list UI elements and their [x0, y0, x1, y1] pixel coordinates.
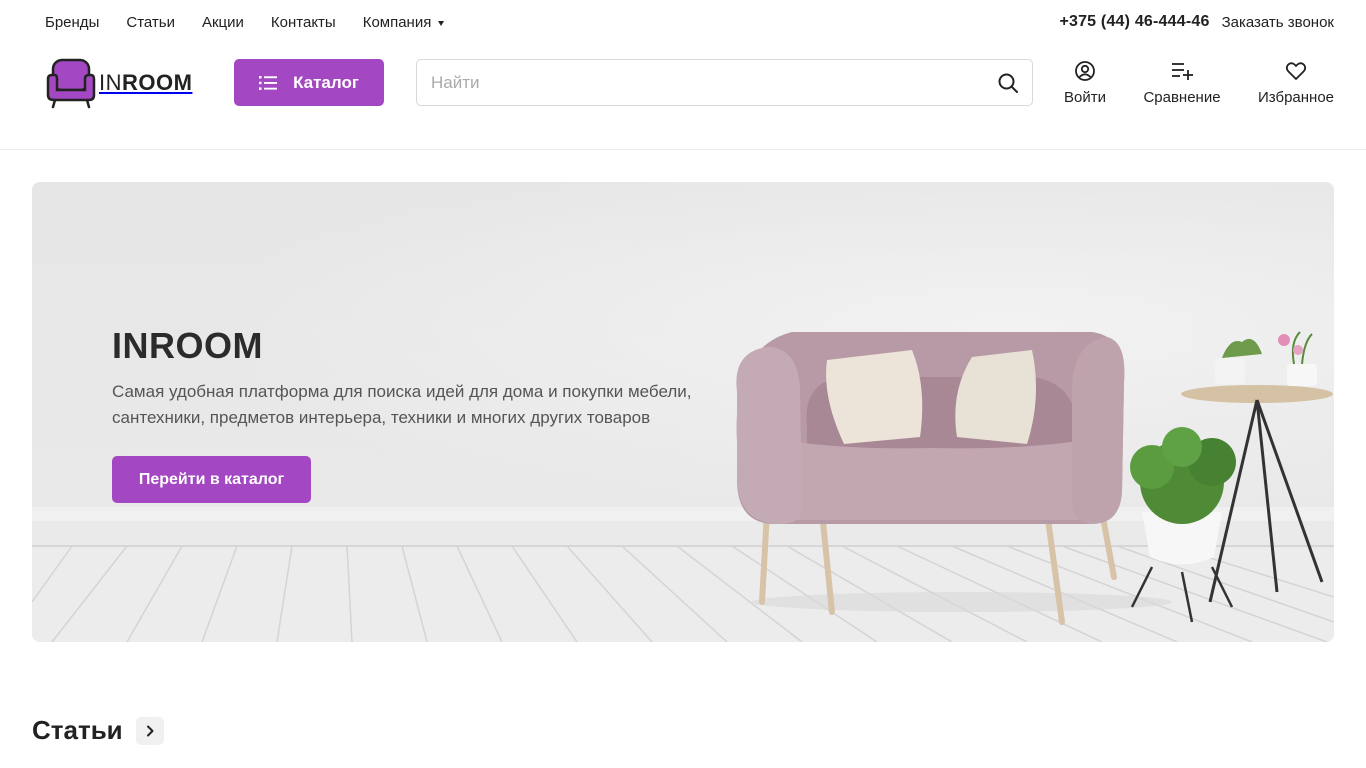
callback-link[interactable]: Заказать звонок — [1222, 14, 1334, 31]
header-divider — [0, 149, 1366, 150]
articles-section-title: Статьи — [32, 715, 123, 745]
nav-link-brands[interactable]: Бренды — [45, 14, 99, 32]
favorites-button[interactable]: Избранное — [1256, 60, 1336, 106]
go-to-catalog-button[interactable]: Перейти в каталог — [112, 456, 311, 503]
articles-more-button[interactable] — [136, 717, 164, 745]
top-bar: Бренды Статьи Акции Контакты Компания +3… — [0, 0, 1366, 46]
catalog-button[interactable]: Каталог — [234, 59, 384, 106]
favorites-label: Избранное — [1257, 89, 1335, 106]
catalog-button-label: Каталог — [293, 72, 359, 92]
baseboard — [32, 507, 1334, 521]
logo-text: INROOM — [99, 70, 192, 96]
user-icon — [1075, 61, 1095, 81]
caret-down-icon — [438, 20, 445, 26]
compare-label: Сравнение — [1143, 89, 1221, 106]
logo-text-suffix: ROOM — [122, 70, 193, 95]
chevron-right-icon — [147, 725, 154, 737]
login-label: Войти — [1064, 89, 1106, 106]
search-icon[interactable] — [998, 73, 1018, 93]
nav-link-contacts[interactable]: Контакты — [271, 14, 336, 32]
armchair-image — [736, 332, 1172, 625]
nav-link-promotions[interactable]: Акции — [202, 14, 244, 32]
compare-button[interactable]: Сравнение — [1140, 60, 1224, 106]
compare-icon — [1172, 63, 1193, 80]
contact-block: +375 (44) 46-444-46 Заказать звонок — [1059, 13, 1334, 31]
hero-banner: INROOM Самая удобная платформа для поиск… — [32, 182, 1334, 642]
phone-number[interactable]: +375 (44) 46-444-46 — [1059, 13, 1209, 31]
heart-icon — [1285, 62, 1307, 80]
search-box — [416, 59, 1033, 106]
logo[interactable]: INROOM — [45, 57, 195, 109]
nav-link-company[interactable]: Компания — [363, 14, 445, 32]
search-input[interactable] — [417, 60, 977, 105]
armchair-logo-icon — [46, 58, 96, 109]
logo-text-prefix: IN — [99, 70, 122, 95]
hero-title: INROOM — [112, 325, 263, 366]
nav-link-articles[interactable]: Статьи — [126, 14, 175, 32]
potted-plant-image — [1130, 427, 1236, 623]
list-icon — [259, 75, 278, 90]
login-button[interactable]: Войти — [1062, 60, 1108, 106]
hero-description: Самая удобная платформа для поиска идей … — [112, 382, 692, 427]
nav-link-company-label: Компания — [362, 14, 432, 31]
top-nav: Бренды Статьи Акции Контакты Компания — [45, 14, 471, 32]
